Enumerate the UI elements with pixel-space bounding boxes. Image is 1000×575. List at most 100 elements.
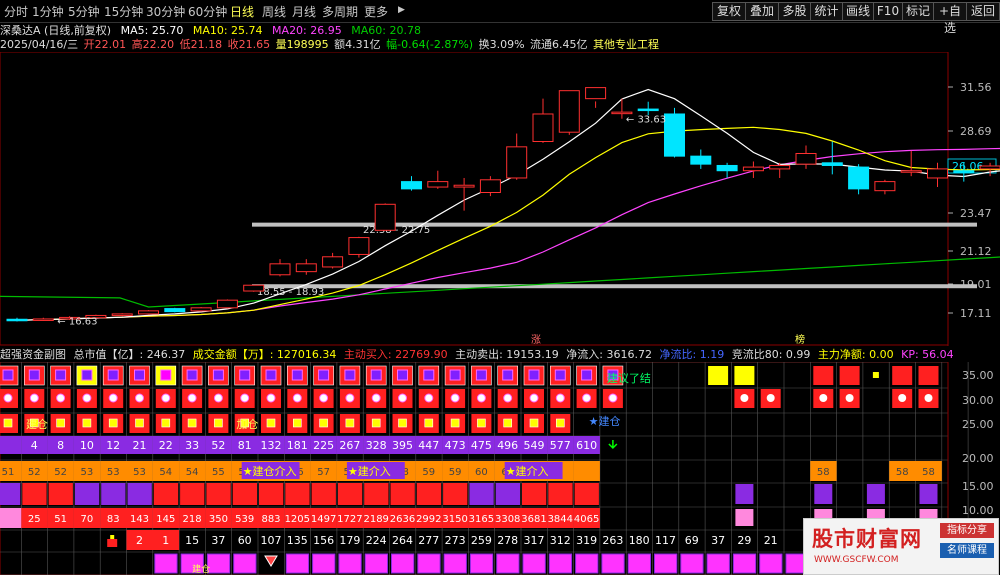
toolbar-button-6[interactable]: 标记 <box>902 2 934 21</box>
bottom-bar <box>285 553 310 574</box>
toolbar-button-8[interactable]: 返回 <box>966 2 1000 21</box>
signal-dot <box>134 369 145 381</box>
volume-bar <box>232 483 257 505</box>
period-tab-9[interactable]: 多周期 <box>322 3 358 20</box>
level-value: 52 <box>54 467 67 478</box>
signal-dot <box>370 369 382 381</box>
signal-dot <box>240 393 250 403</box>
flow-value: 22 <box>159 439 173 452</box>
signal-dot <box>503 418 513 428</box>
signal-cell <box>892 366 913 385</box>
quote-change: 幅-0.64(-2.87%) <box>386 38 474 51</box>
candle-body <box>164 308 186 313</box>
volume-bar <box>416 483 442 505</box>
quote-close: 收21.65 <box>227 38 271 51</box>
flow-value: 8 <box>57 439 64 452</box>
signal-dot <box>292 418 302 428</box>
toolbar-button-7[interactable]: +自选 <box>933 2 967 35</box>
bottom-bar <box>338 553 362 574</box>
signal-dot <box>135 418 144 428</box>
signal-dot <box>319 393 329 403</box>
toolbar-button-3[interactable]: 统计 <box>810 2 843 21</box>
candlestick-chart[interactable]: 31.5628.6923.4721.1219.0117.1126.0622.38… <box>0 52 1000 346</box>
flow-value: 549 <box>524 439 545 452</box>
accum-bar <box>0 508 22 528</box>
indicator-header: 超强资金副图 总市值【亿】: 246.37 成交金额【万】: 127016.34… <box>0 346 1000 361</box>
bang-marker: 榜 <box>795 333 805 346</box>
quote-amount: 额4.31亿 <box>334 38 381 51</box>
row8-value: 273 <box>445 534 466 547</box>
flow-value: 21 <box>133 439 147 452</box>
price-axis-label: 17.11 <box>960 307 992 320</box>
toolbar-button-1[interactable]: 叠加 <box>745 2 779 21</box>
bottom-bar <box>759 553 783 574</box>
flow-value: 4 <box>31 439 38 452</box>
toolbar-button-4[interactable]: 画线 <box>842 2 874 21</box>
volume-bar <box>285 483 310 505</box>
accum-value: 3844 <box>548 514 573 525</box>
more-arrow-icon[interactable]: ▶ <box>398 5 405 15</box>
signal-dot <box>503 393 513 403</box>
accum-value: 3165 <box>469 514 494 525</box>
flow-value: 475 <box>471 439 492 452</box>
signal-dot <box>608 393 618 403</box>
signal-dot <box>82 393 92 403</box>
bottom-bar <box>417 553 441 574</box>
indicator-axis-label: 35.00 <box>962 369 994 382</box>
period-tab-8[interactable]: 月线 <box>292 3 316 20</box>
quote-open: 开22.01 <box>83 38 127 51</box>
volume-bar <box>548 483 573 505</box>
period-tab-4[interactable]: 30分钟 <box>146 3 185 20</box>
period-tab-7[interactable]: 周线 <box>262 3 286 20</box>
flow-bar <box>0 436 22 454</box>
ma60-line <box>0 256 1000 308</box>
candle-body <box>848 166 870 190</box>
signal-dot <box>424 418 434 428</box>
signal-dot <box>212 369 224 381</box>
signal-cell <box>708 366 729 385</box>
candle-body <box>769 164 791 170</box>
period-tab-3[interactable]: 15分钟 <box>104 3 143 20</box>
signal-dot <box>239 369 251 381</box>
signal-cell <box>918 366 939 385</box>
volume-bar <box>206 483 231 505</box>
signal-dot <box>108 393 118 403</box>
toolbar-button-5[interactable]: F10 <box>873 2 903 21</box>
bottom-bar <box>601 553 625 574</box>
kp-value: KP: 56.04 <box>901 348 954 361</box>
toolbar-button-0[interactable]: 复权 <box>712 2 746 21</box>
candle-body <box>243 284 265 292</box>
period-tab-6[interactable]: 日线 <box>230 3 254 20</box>
toolbar-button-2[interactable]: 多股 <box>778 2 811 21</box>
row8-value: 37 <box>711 534 725 547</box>
signal-dot <box>108 418 118 428</box>
period-tab-5[interactable]: 60分钟 <box>188 3 227 20</box>
candle-body <box>795 152 817 165</box>
chart-frame <box>0 52 949 346</box>
intro-label-13: ★建介入 <box>348 464 391 478</box>
candle-body <box>742 166 764 172</box>
candle-body <box>979 165 1000 170</box>
period-tab-0[interactable]: 分时 <box>4 3 28 20</box>
flow-value: 52 <box>211 439 225 452</box>
flow-value: 12 <box>106 439 120 452</box>
volume-bar <box>495 483 520 505</box>
signal-dot <box>161 418 171 428</box>
intro-label-19: ★建介入 <box>506 464 549 478</box>
watermark-tag-share: 指标分享 <box>940 523 994 538</box>
period-tab-2[interactable]: 5分钟 <box>68 3 100 20</box>
low-annotation: ← 16.63 <box>57 316 97 327</box>
bottom-bar <box>522 553 546 574</box>
quote-volume: 量198995 <box>275 38 329 51</box>
signal-dot <box>82 418 92 428</box>
bottom-bar <box>443 553 467 574</box>
signal-dot <box>55 369 67 381</box>
level-value: 51 <box>2 467 15 478</box>
quote-low: 低21.18 <box>179 38 223 51</box>
price-axis-label: 23.47 <box>960 207 992 220</box>
signal-dot <box>3 418 13 428</box>
row8-value: 1 <box>162 534 169 547</box>
period-tab-10[interactable]: 更多 <box>364 3 388 20</box>
flow-value: 267 <box>339 439 360 452</box>
period-tab-1[interactable]: 1分钟 <box>32 3 64 20</box>
